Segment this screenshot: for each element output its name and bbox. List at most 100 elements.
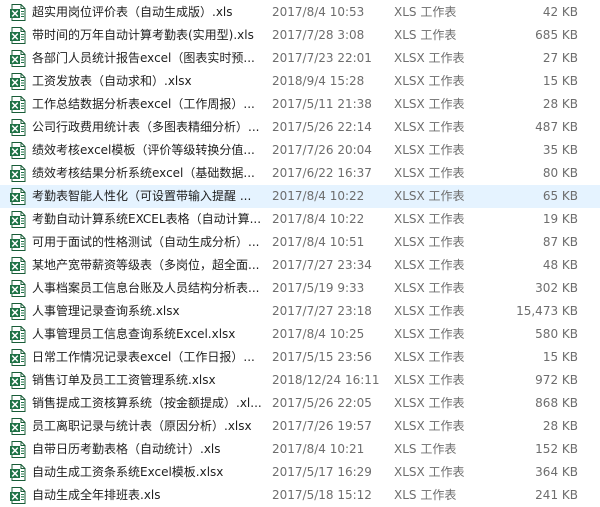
file-size: 28 KB bbox=[542, 419, 578, 433]
file-size: 241 KB bbox=[535, 488, 578, 502]
file-name: 销售订单及员工工资管理系统.xlsx bbox=[32, 373, 216, 387]
file-name: 人事管理记录查询系统.xlsx bbox=[32, 304, 180, 318]
file-type: XLSX 工作表 bbox=[394, 258, 465, 272]
modified-date: 2017/5/26 22:05 bbox=[272, 396, 372, 410]
file-name: 自动生成全年排班表.xls bbox=[32, 488, 161, 502]
file-size: 48 KB bbox=[542, 258, 578, 272]
excel-file-icon bbox=[10, 257, 26, 274]
file-row[interactable]: 工作总结数据分析表excel（工作周报）... 2017/5/11 21:38 XL… bbox=[0, 93, 600, 116]
file-size: 364 KB bbox=[535, 465, 578, 479]
file-type: XLSX 工作表 bbox=[394, 97, 465, 111]
file-type: XLSX 工作表 bbox=[394, 74, 465, 88]
excel-file-icon bbox=[10, 119, 26, 136]
file-row[interactable]: 销售订单及员工工资管理系统.xlsx 2018/12/24 16:11 XLSX 工… bbox=[0, 369, 600, 392]
modified-date: 2017/7/27 23:34 bbox=[272, 258, 372, 272]
excel-file-icon bbox=[10, 487, 26, 504]
file-row[interactable]: 带时间的万年自动计算考勤表(实用型).xls 2017/7/28 3:08 XLS … bbox=[0, 24, 600, 47]
file-row[interactable]: 公司行政费用统计表（多图表精细分析）... 2017/5/26 22:14 XLSX… bbox=[0, 116, 600, 139]
file-size: 868 KB bbox=[535, 396, 578, 410]
file-type: XLSX 工作表 bbox=[394, 212, 465, 226]
excel-file-icon bbox=[10, 73, 26, 90]
file-size: 487 KB bbox=[535, 120, 578, 134]
file-row[interactable]: 各部门人员统计报告excel（图表实时预... 2017/7/23 22:01 XL… bbox=[0, 47, 600, 70]
modified-date: 2017/7/26 19:57 bbox=[272, 419, 372, 433]
excel-file-icon bbox=[10, 234, 26, 251]
file-row[interactable]: 日常工作情况记录表excel（工作日报）... 2017/5/15 23:56 XL… bbox=[0, 346, 600, 369]
file-type: XLSX 工作表 bbox=[394, 120, 465, 134]
modified-date: 2017/8/4 10:53 bbox=[272, 5, 365, 19]
file-size: 15 KB bbox=[542, 74, 578, 88]
file-size: 152 KB bbox=[535, 442, 578, 456]
file-name: 员工离职记录与统计表（原因分析）.xlsx bbox=[32, 419, 252, 433]
modified-date: 2017/5/19 9:33 bbox=[272, 281, 365, 295]
file-size: 42 KB bbox=[542, 5, 578, 19]
file-name: 自带日历考勤表格（自动统计）.xls bbox=[32, 442, 221, 456]
modified-date: 2017/8/4 10:51 bbox=[272, 235, 365, 249]
file-row[interactable]: 考勤表智能人性化（可设置带输入提醒 ... 2017/8/4 10:22 XLSX … bbox=[0, 185, 600, 208]
modified-date: 2017/7/26 20:04 bbox=[272, 143, 372, 157]
file-type: XLSX 工作表 bbox=[394, 373, 465, 387]
modified-date: 2018/9/4 15:28 bbox=[272, 74, 365, 88]
file-row[interactable]: 员工离职记录与统计表（原因分析）.xlsx 2017/7/26 19:57 XLSX… bbox=[0, 415, 600, 438]
file-type: XLSX 工作表 bbox=[394, 419, 465, 433]
file-size: 15,473 KB bbox=[516, 304, 578, 318]
file-name: 工作总结数据分析表excel（工作周报）... bbox=[32, 97, 255, 111]
file-name: 绩效考核excel模板（评价等级转换分值... bbox=[32, 143, 255, 157]
excel-file-icon bbox=[10, 96, 26, 113]
file-name: 各部门人员统计报告excel（图表实时预... bbox=[32, 51, 255, 65]
modified-date: 2017/7/28 3:08 bbox=[272, 28, 365, 42]
excel-file-icon bbox=[10, 211, 26, 228]
excel-file-icon bbox=[10, 188, 26, 205]
file-row[interactable]: 人事管理记录查询系统.xlsx 2017/7/27 23:18 XLSX 工作表 15… bbox=[0, 300, 600, 323]
file-name: 超实用岗位评价表（自动生成版）.xls bbox=[32, 5, 233, 19]
file-type: XLS 工作表 bbox=[394, 5, 457, 19]
file-row[interactable]: 销售提成工资核算系统（按金额提成）.xl... 2017/5/26 22:05 XL… bbox=[0, 392, 600, 415]
file-name: 人事档案员工信息台账及人员结构分析表... bbox=[32, 281, 260, 295]
file-name: 考勤自动计算系统EXCEL表格（自动计算... bbox=[32, 212, 262, 226]
file-name: 自动生成工资条系统Excel模板.xlsx bbox=[32, 465, 224, 479]
file-size: 580 KB bbox=[535, 327, 578, 341]
excel-file-icon bbox=[10, 464, 26, 481]
file-row[interactable]: 人事档案员工信息台账及人员结构分析表... 2017/5/19 9:33 XLSX … bbox=[0, 277, 600, 300]
modified-date: 2017/6/22 16:37 bbox=[272, 166, 372, 180]
excel-file-icon bbox=[10, 372, 26, 389]
excel-file-icon bbox=[10, 142, 26, 159]
excel-file-icon bbox=[10, 280, 26, 297]
excel-file-icon bbox=[10, 349, 26, 366]
modified-date: 2017/5/18 15:12 bbox=[272, 488, 372, 502]
file-row[interactable]: 工资发放表（自动求和）.xlsx 2018/9/4 15:28 XLSX 工作表 15… bbox=[0, 70, 600, 93]
file-name: 带时间的万年自动计算考勤表(实用型).xls bbox=[32, 28, 254, 42]
file-row[interactable]: 自带日历考勤表格（自动统计）.xls 2017/8/4 10:21 XLS 工作表 1… bbox=[0, 438, 600, 461]
file-size: 302 KB bbox=[535, 281, 578, 295]
file-size: 972 KB bbox=[535, 373, 578, 387]
file-size: 27 KB bbox=[542, 51, 578, 65]
file-row[interactable]: 某地产宽带薪资等级表（多岗位，超全面... 2017/7/27 23:34 XLSX… bbox=[0, 254, 600, 277]
file-name: 考勤表智能人性化（可设置带输入提醒 ... bbox=[32, 189, 252, 203]
file-row[interactable]: 考勤自动计算系统EXCEL表格（自动计算... 2017/8/4 10:22 XLS… bbox=[0, 208, 600, 231]
modified-date: 2017/8/4 10:25 bbox=[272, 327, 365, 341]
file-row[interactable]: 绩效考核excel模板（评价等级转换分值... 2017/7/26 20:04 XL… bbox=[0, 139, 600, 162]
file-type: XLS 工作表 bbox=[394, 28, 457, 42]
file-row[interactable]: 人事管理员工信息查询系统Excel.xlsx 2017/8/4 10:25 XLSX… bbox=[0, 323, 600, 346]
file-row[interactable]: 超实用岗位评价表（自动生成版）.xls 2017/8/4 10:53 XLS 工作表… bbox=[0, 1, 600, 24]
file-type: XLS 工作表 bbox=[394, 488, 457, 502]
file-type: XLSX 工作表 bbox=[394, 281, 465, 295]
file-row[interactable]: 可用于面试的性格测试（自动生成分析）... 2017/8/4 10:51 XLSX … bbox=[0, 231, 600, 254]
modified-date: 2017/5/26 22:14 bbox=[272, 120, 372, 134]
file-type: XLSX 工作表 bbox=[394, 51, 465, 65]
excel-file-icon bbox=[10, 441, 26, 458]
file-size: 28 KB bbox=[542, 97, 578, 111]
excel-file-icon bbox=[10, 4, 26, 21]
file-row[interactable]: 绩效考核结果分析系统excel（基础数据... 2017/6/22 16:37 XL… bbox=[0, 162, 600, 185]
file-type: XLSX 工作表 bbox=[394, 465, 465, 479]
excel-file-icon bbox=[10, 165, 26, 182]
file-row[interactable]: 自动生成全年排班表.xls 2017/5/18 15:12 XLS 工作表 241 K… bbox=[0, 484, 600, 507]
file-size: 15 KB bbox=[542, 350, 578, 364]
file-type: XLSX 工作表 bbox=[394, 304, 465, 318]
excel-file-icon bbox=[10, 50, 26, 67]
modified-date: 2018/12/24 16:11 bbox=[272, 373, 380, 387]
file-name: 人事管理员工信息查询系统Excel.xlsx bbox=[32, 327, 236, 341]
file-size: 65 KB bbox=[542, 189, 578, 203]
file-list[interactable]: 超实用岗位评价表（自动生成版）.xls 2017/8/4 10:53 XLS 工作表… bbox=[0, 0, 600, 504]
file-row[interactable]: 自动生成工资条系统Excel模板.xlsx 2017/5/17 16:29 XLSX… bbox=[0, 461, 600, 484]
